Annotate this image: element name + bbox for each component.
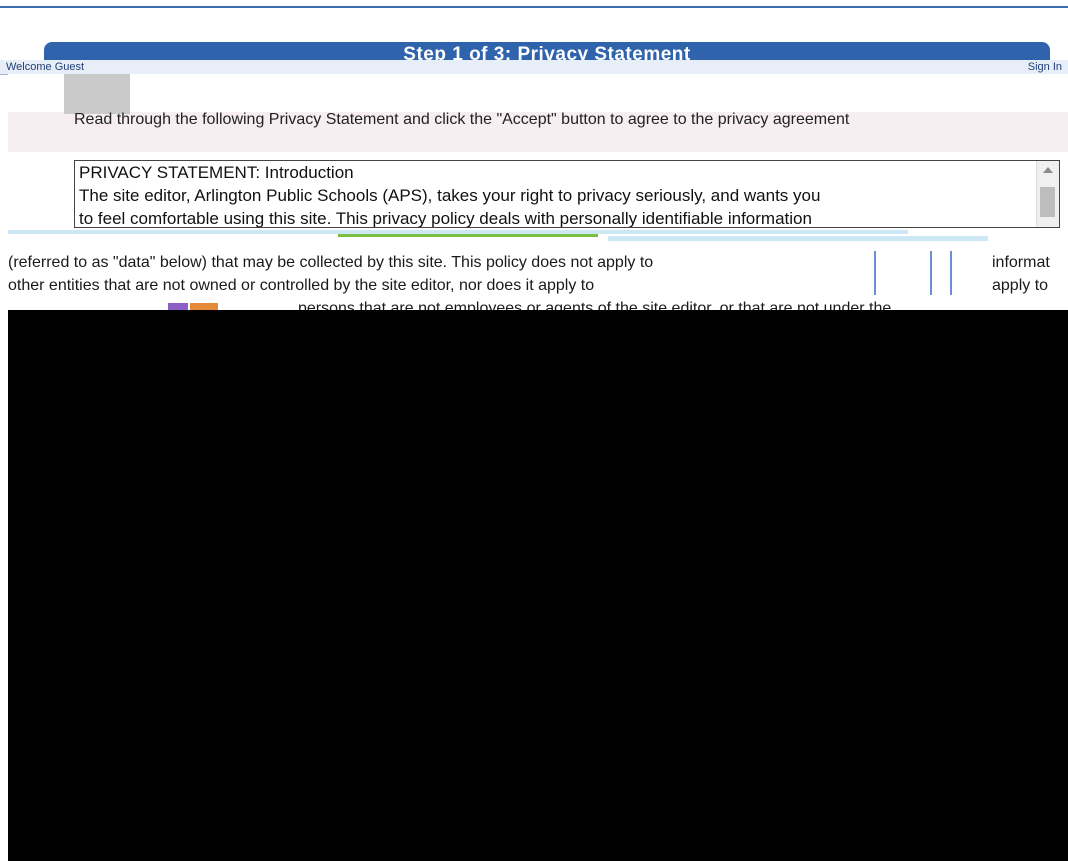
- scroll-thumb[interactable]: [1040, 187, 1055, 217]
- overflow-line-4: other entities that are not owned or con…: [8, 277, 595, 294]
- overflow-line: other entities that are not owned or con…: [8, 274, 1068, 297]
- overflow-line: [8, 228, 1068, 251]
- sign-in-link[interactable]: Sign In: [1028, 60, 1062, 74]
- placeholder-block: [64, 74, 130, 114]
- welcome-text: Welcome Guest: [6, 61, 85, 73]
- top-rule: [0, 6, 1068, 8]
- privacy-heading: PRIVACY STATEMENT: Introduction: [79, 163, 354, 182]
- black-overlay: [8, 310, 1068, 861]
- status-strip: Welcome Guest Sign In: [0, 60, 1068, 75]
- glitch-bar: [608, 236, 988, 241]
- privacy-scrollbar[interactable]: [1036, 161, 1059, 227]
- overflow-right-2: apply to: [992, 277, 1049, 294]
- privacy-overflow-text: (referred to as "data" below) that may b…: [8, 228, 1068, 314]
- privacy-statement-text: PRIVACY STATEMENT: Introduction The site…: [79, 161, 1034, 228]
- privacy-statement-box[interactable]: PRIVACY STATEMENT: Introduction The site…: [74, 160, 1060, 228]
- overflow-line-3: (referred to as "data" below) that may b…: [8, 254, 654, 271]
- overflow-right-1: informat: [992, 254, 1050, 271]
- instruction-text: Read through the following Privacy State…: [74, 111, 850, 128]
- glitch-bar: [338, 234, 598, 237]
- privacy-line-1: The site editor, Arlington Public School…: [79, 186, 821, 205]
- overflow-line: (referred to as "data" below) that may b…: [8, 251, 1068, 295]
- privacy-panel: Read through the following Privacy State…: [8, 74, 1068, 314]
- scroll-up-arrow-icon[interactable]: [1043, 167, 1053, 173]
- privacy-line-2: to feel comfortable using this site. Thi…: [79, 209, 812, 228]
